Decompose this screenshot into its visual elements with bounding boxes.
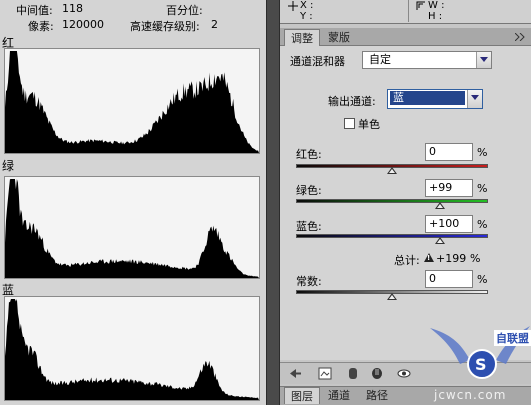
warning-icon [424, 253, 434, 262]
blue-percent: % [477, 218, 488, 231]
percentile-label: 百分位: [166, 4, 203, 17]
red-value-input[interactable]: 0 [425, 143, 473, 161]
adjustments-toolbar [280, 362, 531, 384]
green-percent: % [477, 182, 488, 195]
green-slider-thumb[interactable] [434, 202, 445, 209]
dimensions-icon [416, 1, 425, 10]
blue-value-input[interactable]: +100 [425, 215, 473, 233]
panel-menu-icon[interactable] [515, 33, 527, 41]
output-channel-value: 蓝 [390, 91, 465, 105]
median-label: 中间值: [16, 4, 53, 17]
median-value: 118 [62, 2, 83, 15]
tab-masks[interactable]: 蒙版 [322, 29, 356, 46]
histogram-fill [5, 299, 259, 400]
preset-select[interactable]: 自定 [362, 51, 492, 69]
channel-mixer-body: 通道混和器 自定 输出通道: 蓝 单色 红色: 0 % 绿色: +99 % 蓝色… [280, 46, 531, 360]
chevron-down-icon [476, 52, 491, 68]
chevron-down-icon [467, 90, 482, 108]
monochrome-checkbox[interactable] [344, 118, 355, 129]
total-label: 总计: [394, 254, 420, 267]
y-label: Y : [300, 11, 313, 22]
info-strip: X : Y : W : H : [280, 0, 531, 24]
blue-label: 蓝色: [296, 220, 322, 233]
histogram-panel: 中间值: 118 百分位: 像素: 120000 高速缓存级别: 2 红 绿 蓝 [0, 0, 266, 405]
constant-value-input[interactable]: 0 [425, 270, 473, 288]
green-histogram [4, 176, 260, 279]
histogram-silhouette [5, 179, 259, 278]
layers-tabbar: 图层 通道 路径 [280, 386, 531, 405]
adjustments-panel: X : Y : W : H : 调整 蒙版 通道混和器 自定 输出通道: 蓝 单… [280, 0, 531, 405]
tab-adjustments[interactable]: 调整 [284, 29, 320, 46]
channel-mixer-title: 通道混和器 [290, 55, 345, 68]
visibility-eye-icon[interactable] [397, 367, 411, 380]
total-percent: % [470, 252, 481, 265]
tab-channels[interactable]: 通道 [322, 387, 356, 404]
monochrome-label: 单色 [358, 118, 380, 131]
panel-divider[interactable] [266, 0, 280, 405]
tab-paths[interactable]: 路径 [360, 387, 394, 404]
constant-percent: % [477, 273, 488, 286]
green-label: 绿色: [296, 184, 322, 197]
total-value: +199 [436, 252, 467, 265]
histogram-fill [5, 179, 259, 278]
view-previous-icon[interactable] [370, 367, 384, 380]
clip-to-layer-icon[interactable] [318, 367, 332, 380]
crosshair-icon [288, 1, 298, 11]
cache-level-value: 2 [211, 18, 218, 31]
pixels-label: 像素: [28, 20, 54, 33]
red-histogram [4, 48, 260, 154]
w-label: W : [428, 0, 445, 11]
output-channel-select[interactable]: 蓝 [387, 89, 483, 109]
green-slider-track[interactable] [296, 199, 488, 203]
red-percent: % [477, 146, 488, 159]
output-channel-label: 输出通道: [328, 95, 376, 108]
histogram-silhouette [5, 299, 259, 400]
histogram-fill [5, 51, 259, 153]
layer-mask-icon[interactable] [346, 367, 360, 380]
constant-slider-thumb[interactable] [387, 293, 397, 300]
preset-value: 自定 [369, 53, 391, 66]
h-label: H : [428, 11, 443, 22]
histogram-silhouette [5, 51, 259, 153]
blue-histogram [4, 296, 260, 401]
pixels-value: 120000 [62, 18, 104, 31]
info-separator [408, 0, 409, 22]
green-value-input[interactable]: +99 [425, 179, 473, 197]
blue-slider-track[interactable] [296, 234, 488, 238]
adjustments-tabbar: 调整 蒙版 [280, 28, 531, 46]
blue-slider-thumb[interactable] [435, 237, 445, 244]
cache-level-label: 高速缓存级别: [130, 20, 200, 33]
red-slider-thumb[interactable] [387, 167, 397, 174]
green-channel-label: 绿 [2, 159, 15, 173]
red-label: 红色: [296, 148, 322, 161]
constant-label: 常数: [296, 275, 322, 288]
x-label: X : [300, 0, 314, 11]
back-arrow-icon[interactable] [288, 367, 302, 380]
tab-layers[interactable]: 图层 [284, 387, 320, 404]
